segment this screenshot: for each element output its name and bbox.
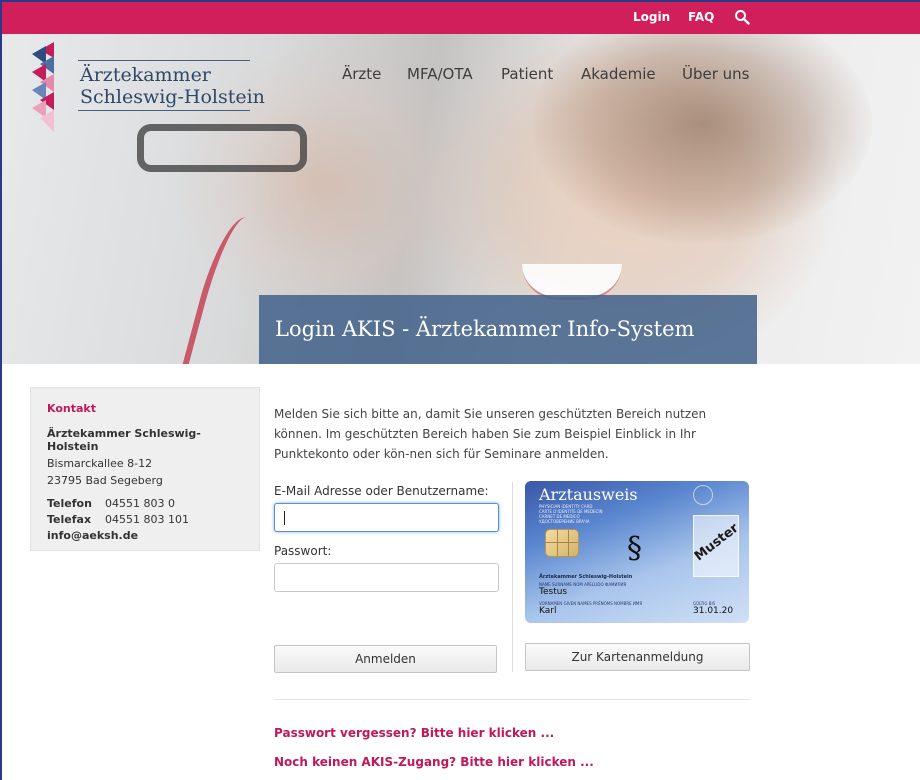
logo[interactable]: Ärztekammer Schleswig-Holstein: [32, 42, 272, 142]
email-input[interactable]: [274, 503, 499, 532]
fax-value: 04551 803 101: [105, 513, 189, 526]
emblem-icon: [693, 485, 713, 505]
password-label: Passwort:: [274, 544, 332, 558]
nav-item-akademie[interactable]: Akademie: [581, 65, 656, 83]
contact-box: Kontakt Ärztekammer Schleswig-Holstein B…: [30, 387, 260, 551]
logo-text-line2: Schleswig-Holstein: [80, 86, 265, 108]
contact-org: Ärztekammer Schleswig-Holstein: [47, 427, 201, 453]
email-label: E-Mail Adresse oder Benutzername:: [274, 484, 489, 498]
card-subtitle: PHYSICIAN IDENTITY CARD CARTE D'IDENTITE…: [539, 504, 603, 524]
page: Login FAQ Ärztekammer Schleswig-Holstein: [0, 0, 920, 780]
register-link[interactable]: Noch keinen AKIS-Zugang? Bitte hier klic…: [274, 755, 594, 769]
card-org: Ärztekammer Schleswig-Holstein: [539, 574, 633, 580]
password-input[interactable]: [274, 563, 499, 592]
contact-street: Bismarckallee 8-12: [47, 457, 153, 470]
search-icon[interactable]: [734, 9, 750, 25]
page-title: Login AKIS - Ärztekammer Info-System: [275, 317, 695, 341]
horizontal-divider: [274, 699, 750, 700]
intro-text: Melden Sie sich bitte an, damit Sie unse…: [274, 407, 707, 461]
card-firstname: Karl: [539, 606, 557, 616]
nav-item-ueber-uns[interactable]: Über uns: [682, 65, 750, 83]
nav-item-patient[interactable]: Patient: [501, 65, 553, 83]
card-title: Arztausweis: [539, 485, 638, 504]
top-faq-link[interactable]: FAQ: [688, 10, 714, 24]
top-login-link[interactable]: Login: [633, 10, 670, 24]
contact-email-link[interactable]: info@aeksh.de: [47, 529, 243, 542]
title-banner: Login AKIS - Ärztekammer Info-System: [259, 295, 757, 364]
chip-icon: [545, 529, 579, 557]
logo-mark-icon: [32, 42, 54, 132]
text-caret: [284, 511, 285, 525]
card-valid-until: 31.01.20: [693, 606, 734, 616]
id-card-image: Arztausweis PHYSICIAN IDENTITY CARD CART…: [525, 481, 749, 623]
nav-item-aerzte[interactable]: Ärzte: [342, 65, 381, 83]
login-button[interactable]: Anmelden: [274, 645, 497, 673]
contact-city: 23795 Bad Segeberg: [47, 474, 163, 487]
card-surname: Testus: [539, 587, 568, 597]
top-bar: Login FAQ: [2, 2, 920, 34]
phone-label: Telefon: [47, 497, 92, 510]
contact-heading: Kontakt: [47, 402, 96, 415]
logo-text-line1: Ärztekammer: [80, 64, 211, 86]
phone-value: 04551 803 0: [105, 497, 175, 510]
card-login-button[interactable]: Zur Kartenanmeldung: [525, 643, 750, 671]
nav-item-mfa-ota[interactable]: MFA/OTA: [407, 65, 473, 83]
vertical-divider: [512, 482, 513, 672]
fax-label: Telefax: [47, 513, 92, 526]
forgot-password-link[interactable]: Passwort vergessen? Bitte hier klicken .…: [274, 726, 554, 740]
asclepius-icon: §: [627, 531, 642, 566]
